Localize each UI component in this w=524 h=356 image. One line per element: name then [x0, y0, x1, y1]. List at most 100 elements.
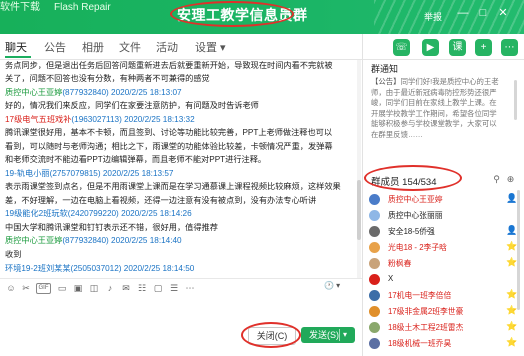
message-text: 和老师交流时不能边看PPT边编辑弹幕，而且老师不能对PPT进行注释。: [5, 155, 267, 164]
add-app-icon[interactable]: +: [475, 39, 492, 56]
maximize-icon[interactable]: □: [477, 7, 489, 19]
message-text: 好的，情况我们来反应，同学们在家要注意防护，有问题及时告诉老师: [5, 101, 259, 110]
member-item[interactable]: 安全18-5侨强 👤: [366, 225, 518, 239]
sender-name[interactable]: 质控中心王亚婷: [5, 236, 62, 245]
member-item[interactable]: 17级非金属2班李世豪 ⭐: [366, 305, 517, 319]
member-name: X: [388, 274, 394, 283]
admin-badge-icon: 👤: [506, 193, 518, 203]
member-item[interactable]: 17机电一班李倍倍 ⭐: [366, 289, 518, 303]
close-highlight-circle: [241, 322, 301, 348]
message-sender: 19-轨电小丽(2757079815) 2020/2/25 18:13:57: [5, 168, 173, 180]
member-name: 17机电一班李倍倍: [388, 291, 452, 300]
member-item[interactable]: 质控中心张丽丽: [366, 209, 516, 223]
member-item[interactable]: X: [366, 273, 516, 287]
members-highlight-circle: [364, 165, 462, 191]
admin-badge-icon: 👤: [506, 225, 518, 235]
screen-icon[interactable]: ▢: [152, 282, 164, 294]
tab-active-underline: [5, 56, 31, 58]
star-icon: ⭐: [506, 289, 518, 299]
gif-icon[interactable]: GIF: [36, 283, 51, 294]
avatar: [369, 322, 380, 333]
phone-icon[interactable]: ☏: [393, 39, 410, 56]
member-item[interactable]: 质控中心王亚婷 👤: [366, 193, 518, 207]
present-icon[interactable]: ☷: [136, 282, 148, 294]
message-time: 2020/2/25 18:13:32: [121, 115, 195, 124]
notice-tag: 【公告】: [371, 77, 401, 86]
minimize-icon[interactable]: —: [457, 7, 469, 19]
image-icon[interactable]: ▣: [72, 282, 84, 294]
tab-files[interactable]: 文件: [119, 39, 141, 55]
member-item[interactable]: 18级土木工程2班雷杰 ⭐: [366, 321, 518, 335]
class-icon[interactable]: 课: [449, 39, 466, 56]
sender-qq[interactable]: (877932840): [62, 236, 108, 245]
title-bar: 软件下载 Flash Repair 安理工教学信息员群 ✎ 举报 — □ ✕: [0, 0, 524, 34]
add-member-icon[interactable]: ⊕: [505, 174, 516, 185]
notice-body[interactable]: 【公告】同学们好!我是质控中心的王老师，由于最近新冠病毒防控形势还很严峻，同学们…: [371, 77, 503, 140]
member-name: 质控中心王亚婷: [388, 195, 443, 204]
chat-scroll-thumb[interactable]: [357, 180, 361, 240]
member-name: 安全18-5侨强: [388, 227, 435, 236]
message-input[interactable]: [0, 296, 362, 356]
video-icon[interactable]: ▶: [422, 39, 439, 56]
sender-qq[interactable]: (877932840): [62, 88, 108, 97]
message-text: 表示雨课堂签到点名，但是不用雨课堂上课而是在学习通慕课上课程视频比较麻烦，这样效…: [5, 182, 341, 191]
tab-chat[interactable]: 聊天: [5, 39, 27, 55]
star-icon: ⭐: [506, 321, 518, 331]
sender-name[interactable]: 19级能化2班玩软: [5, 209, 68, 218]
star-icon: ⭐: [506, 257, 518, 267]
send-label: 发送(S): [309, 330, 339, 340]
tab-activity[interactable]: 活动: [156, 39, 178, 55]
message-sender: 17级电气五班戏补(1963027113) 2020/2/25 18:13:32: [5, 114, 195, 126]
chat-history[interactable]: 务点同步，但是退出任务后回答问题重新进去后就要重新开始，导致现在时间内看不完就被…: [0, 60, 362, 278]
tab-album[interactable]: 相册: [82, 39, 104, 55]
more-icon[interactable]: ⋯: [501, 39, 518, 56]
members-scrollbar[interactable]: [517, 190, 520, 310]
emoji-icon[interactable]: ☺: [5, 282, 17, 294]
sender-name[interactable]: 19-轨电小丽: [5, 169, 50, 178]
member-item[interactable]: 粉枫春 ⭐: [366, 257, 518, 271]
sender-qq[interactable]: (2420799220): [68, 209, 119, 218]
avatar: [369, 210, 380, 221]
sender-name[interactable]: 环境19-2班刘某某: [5, 264, 71, 273]
send-separator: [339, 329, 340, 341]
chat-scrollbar[interactable]: [357, 60, 361, 278]
message-text: 腾讯课堂很好用，基本不卡顿，而且签到、讨论等功能比较完善，PPT上老师做注释也可…: [5, 128, 333, 137]
mic-icon[interactable]: ♪: [104, 282, 116, 294]
message-time: 2020/2/25 18:13:57: [100, 169, 174, 178]
sender-qq[interactable]: (1963027113): [71, 115, 121, 124]
report-link[interactable]: 举报: [424, 10, 442, 23]
message-sender: 19级能化2班玩软(2420799220) 2020/2/25 18:14:26: [5, 208, 192, 220]
close-icon[interactable]: ✕: [497, 7, 509, 19]
notice-header: 群通知: [371, 64, 399, 74]
tab-settings[interactable]: 设置 ▾: [195, 39, 226, 55]
member-name: 光电18 - 2李子晗: [388, 243, 447, 252]
sender-name[interactable]: 17级电气五班戏补: [5, 115, 71, 124]
notice-scrollbar[interactable]: [514, 80, 517, 120]
sender-name[interactable]: 质控中心王亚婷: [5, 88, 62, 97]
avatar: [369, 274, 380, 285]
member-name: 18级土木工程2班雷杰: [388, 323, 464, 332]
member-name: 17级非金属2班李世豪: [388, 307, 464, 316]
search-members-icon[interactable]: ⚲: [491, 174, 502, 185]
scissors-icon[interactable]: ✂: [20, 282, 32, 294]
avatar: [369, 226, 380, 237]
star-icon: ⭐: [506, 241, 518, 251]
vote-icon[interactable]: ☰: [168, 282, 180, 294]
red-packet-icon[interactable]: ✉: [120, 282, 132, 294]
message-text: 收到: [5, 250, 22, 259]
history-icon[interactable]: 🕐 ▾: [324, 281, 340, 290]
title-bar-fragment: 软件下载 Flash Repair: [0, 0, 111, 13]
send-options-icon[interactable]: ▾: [343, 327, 347, 343]
message-sender: 质控中心王亚婷(877932840) 2020/2/25 18:13:07: [5, 87, 182, 99]
photo-icon[interactable]: ◫: [88, 282, 100, 294]
tab-announcement[interactable]: 公告: [44, 39, 66, 55]
sender-qq[interactable]: (2757079815): [50, 169, 101, 178]
member-name: 质控中心张丽丽: [388, 211, 443, 220]
send-button[interactable]: 发送(S) ▾: [301, 327, 355, 343]
file-icon[interactable]: ▭: [56, 282, 68, 294]
member-item[interactable]: 光电18 - 2李子晗 ⭐: [366, 241, 518, 255]
fragment-a: 软件下载: [0, 2, 40, 13]
sender-qq[interactable]: (2505037012): [71, 264, 122, 273]
more-dots-icon[interactable]: ⋯: [184, 282, 196, 294]
member-item[interactable]: 18级机械一班乔昊 ⭐: [366, 337, 517, 351]
